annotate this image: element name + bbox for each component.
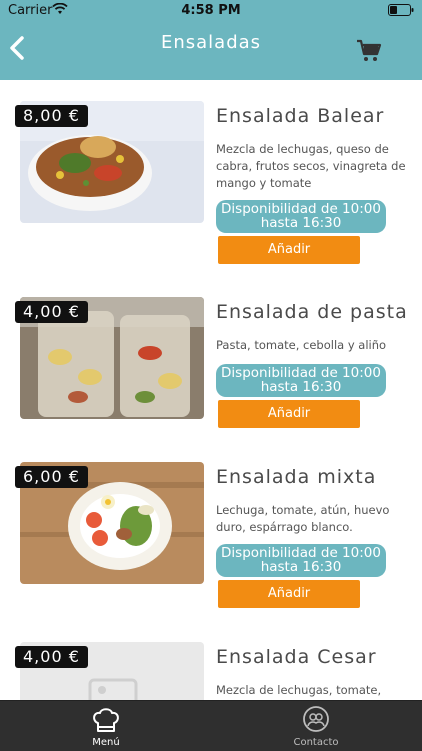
tab-menu[interactable]: Menú <box>46 701 166 751</box>
tab-contact-label: Contacto <box>293 737 339 748</box>
price-badge: 4,00 € <box>15 301 88 323</box>
item-description: Mezcla de lechugas, queso de cabra, frut… <box>216 142 406 190</box>
status-time: 4:58 PM <box>181 3 241 18</box>
app-header: Carrier 4:58 PM Ensaladas <box>0 0 422 80</box>
menu-item: 6,00 € Ensalada mixta Lechuga, tomate, a… <box>0 462 422 642</box>
cart-button[interactable] <box>356 38 382 64</box>
battery-icon <box>388 4 414 20</box>
tab-bar: Menú Contacto <box>0 700 422 751</box>
item-description: Pasta, tomate, cebolla y aliño <box>216 338 387 352</box>
status-bar: Carrier 4:58 PM <box>0 0 422 24</box>
menu-item: 4,00 € Ensalada de pasta Pasta, tomate, … <box>0 297 422 477</box>
cart-icon <box>357 39 382 61</box>
item-name: Ensalada de pasta <box>216 301 408 323</box>
price-badge: 4,00 € <box>15 646 88 668</box>
item-name: Ensalada Balear <box>216 105 385 127</box>
price-badge: 8,00 € <box>15 105 88 127</box>
chef-hat-icon <box>93 708 119 732</box>
price-badge: 6,00 € <box>15 466 88 488</box>
item-description: Mezcla de lechugas, tomate, <box>216 683 382 697</box>
add-button[interactable]: Añadir <box>218 400 360 428</box>
add-button[interactable]: Añadir <box>218 580 360 608</box>
tab-contact[interactable]: Contacto <box>256 701 376 751</box>
menu-item: 4,00 € Ensalada Cesar Mezcla de lechugas… <box>0 642 422 700</box>
availability-badge: Disponibilidad de 10:00 hasta 16:30 <box>216 544 386 577</box>
tab-menu-label: Menú <box>92 737 120 748</box>
menu-item: 8,00 € Ensalada Balear Mezcla de lechuga… <box>0 101 422 281</box>
availability-badge: Disponibilidad de 10:00 hasta 16:30 <box>216 200 386 233</box>
item-description: Lechuga, tomate, atún, huevo duro, espár… <box>216 503 390 534</box>
add-button[interactable]: Añadir <box>218 236 360 264</box>
item-name: Ensalada mixta <box>216 466 377 488</box>
availability-badge: Disponibilidad de 10:00 hasta 16:30 <box>216 364 386 397</box>
item-name: Ensalada Cesar <box>216 646 377 668</box>
contact-icon <box>303 706 329 732</box>
